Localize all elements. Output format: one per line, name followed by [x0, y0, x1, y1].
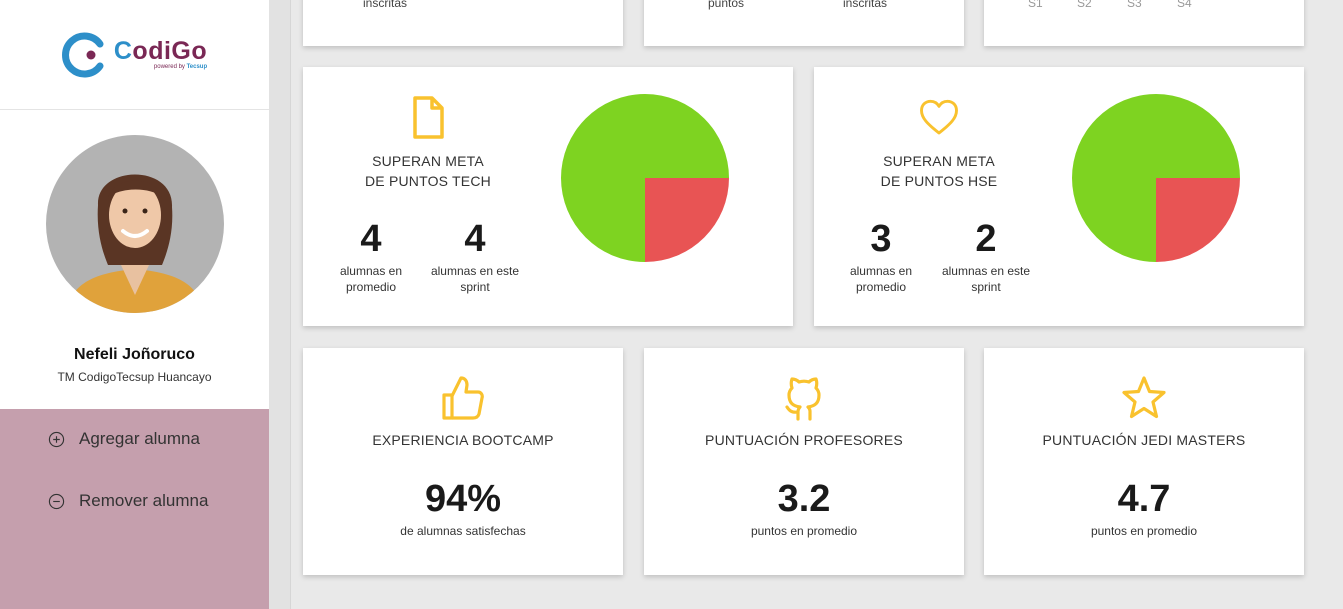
teachers-score-card: PUNTUACIÓN PROFESORES 3.2 puntos en prom…	[644, 348, 964, 575]
hse-avg-label: alumnas en	[849, 264, 913, 278]
tech-sprint-label: sprint	[460, 280, 490, 294]
jedi-score-subtitle: puntos en promedio	[1090, 524, 1198, 538]
hse-goal-title-line: DE PUNTOS HSE	[880, 173, 998, 189]
tech-sprint-label: alumnas en este	[430, 264, 520, 278]
partial-card-3: S1 S2 S3 S4	[984, 0, 1304, 46]
minus-circle-icon	[48, 493, 65, 509]
partial-card-1: inscritas	[303, 0, 623, 46]
document-icon	[413, 96, 444, 139]
bootcamp-title: EXPERIENCIA BOOTCAMP	[372, 432, 554, 448]
hse-sprint-stat: 2 alumnas en este sprint	[931, 217, 1041, 295]
tech-goal-title-line: SUPERAN META	[372, 153, 484, 169]
thumbs-up-icon	[442, 376, 484, 420]
hse-avg-value: 3	[870, 218, 892, 260]
partial-card-3-tick: S1	[1028, 0, 1043, 10]
user-profile: Nefeli Joñoruco TM CodigoTecsup Huancayo	[0, 110, 269, 409]
bootcamp-subtitle: de alumnas satisfechas	[400, 524, 526, 538]
logo-tag-brand: Tecsup	[186, 64, 208, 70]
add-student-label: Agregar alumna	[79, 429, 200, 448]
hse-sprint-label: sprint	[971, 280, 1001, 294]
hse-avg-stat: 3 alumnas en promedio	[826, 217, 936, 295]
sidebar-menu: Agregar alumna Remover alumna	[0, 409, 269, 609]
tech-avg-value: 4	[360, 218, 382, 260]
hse-sprint-label: alumnas en este	[941, 264, 1031, 278]
logo-mark-icon	[61, 32, 104, 77]
hse-goal-title-line: SUPERAN META	[883, 153, 995, 169]
hse-goal-title: SUPERAN META DE PUNTOS HSE	[814, 151, 1064, 191]
jedi-score-title: PUNTUACIÓN JEDI MASTERS	[1042, 432, 1246, 448]
pie-slice-fail[interactable]	[645, 178, 729, 262]
hse-sprint-value: 2	[975, 218, 997, 260]
teachers-score-subtitle: puntos en promedio	[750, 524, 858, 538]
tech-pie-chart	[561, 94, 729, 262]
tech-goal-title-line: DE PUNTOS TECH	[365, 173, 491, 189]
tech-avg-label: alumnas en	[339, 264, 403, 278]
tech-sprint-value: 4	[464, 218, 486, 260]
tech-goal-card: SUPERAN META DE PUNTOS TECH 4 alumnas en…	[303, 67, 793, 326]
avatar[interactable]	[45, 135, 224, 313]
remove-student-label: Remover alumna	[79, 491, 209, 510]
heart-icon	[920, 99, 958, 135]
pie-slice-fail[interactable]	[1156, 178, 1240, 262]
tech-sprint-stat: 4 alumnas en este sprint	[420, 217, 530, 295]
tech-avg-stat: 4 alumnas en promedio	[316, 217, 426, 295]
bootcamp-value: 94%	[424, 478, 502, 520]
logo-word-rest: odiGo	[132, 37, 208, 65]
teachers-score-value: 3.2	[777, 478, 831, 520]
codigo-logo[interactable]: CodiGo powered by Tecsup	[61, 32, 208, 78]
tech-goal-title: SUPERAN META DE PUNTOS TECH	[303, 151, 553, 191]
logo-area: CodiGo powered by Tecsup	[0, 0, 269, 110]
partial-card-2: puntos inscritas	[644, 0, 964, 46]
partial-card-1-label: inscritas	[363, 0, 408, 10]
github-icon	[785, 377, 821, 421]
partial-card-2-label-b: inscritas	[843, 0, 888, 10]
remove-student-button[interactable]: Remover alumna	[48, 491, 208, 511]
hse-avg-label: promedio	[855, 280, 907, 294]
hse-pie-chart	[1072, 94, 1240, 262]
partial-card-3-tick: S3	[1127, 0, 1142, 10]
partial-card-2-label-a: puntos	[708, 0, 745, 10]
tech-avg-label: promedio	[345, 280, 397, 294]
star-icon	[1122, 376, 1166, 419]
plus-circle-icon	[48, 431, 65, 447]
add-student-button[interactable]: Agregar alumna	[48, 429, 200, 449]
bootcamp-card: EXPERIENCIA BOOTCAMP 94% de alumnas sati…	[303, 348, 623, 575]
logo-word-first: C	[113, 37, 133, 65]
avatar-photo	[45, 135, 224, 313]
logo-tag-prefix: powered by	[153, 64, 187, 70]
hse-goal-card: SUPERAN META DE PUNTOS HSE 3 alumnas en p…	[814, 67, 1304, 326]
teachers-score-title: PUNTUACIÓN PROFESORES	[705, 432, 903, 448]
jedi-score-card: PUNTUACIÓN JEDI MASTERS 4.7 puntos en pr…	[984, 348, 1304, 575]
partial-card-3-tick: S4	[1177, 0, 1192, 10]
jedi-score-value: 4.7	[1117, 478, 1171, 520]
content-divider	[269, 0, 291, 609]
partial-card-3-tick: S2	[1077, 0, 1092, 10]
user-name: Nefeli Joñoruco	[74, 346, 195, 363]
user-role: TM CodigoTecsup Huancayo	[57, 370, 212, 384]
